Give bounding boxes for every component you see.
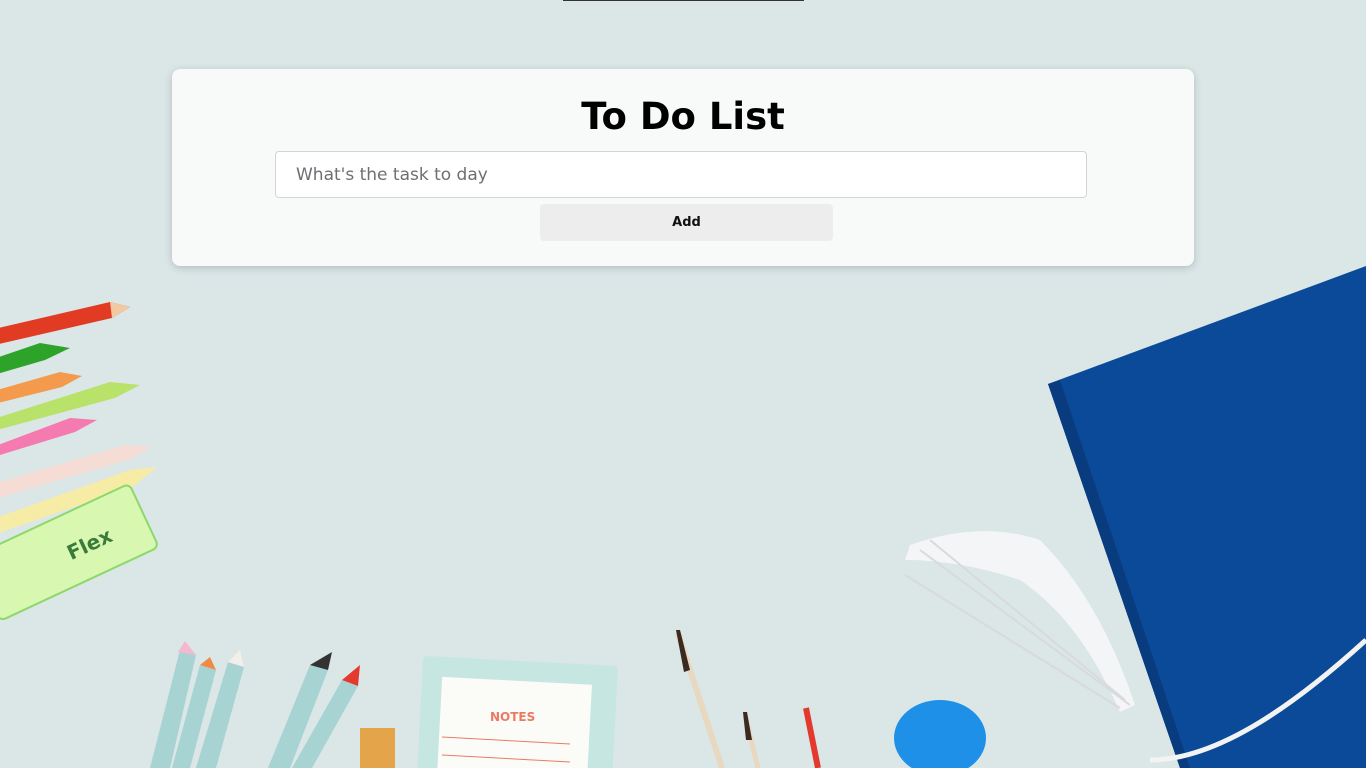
todo-card: To Do List Add: [172, 69, 1194, 266]
notes-label: NOTES: [490, 710, 535, 724]
page-title: To Do List: [581, 95, 785, 138]
task-input[interactable]: [275, 151, 1087, 198]
top-divider: [563, 0, 804, 1]
notepad: NOTES: [417, 656, 618, 768]
add-button[interactable]: Add: [540, 204, 833, 241]
